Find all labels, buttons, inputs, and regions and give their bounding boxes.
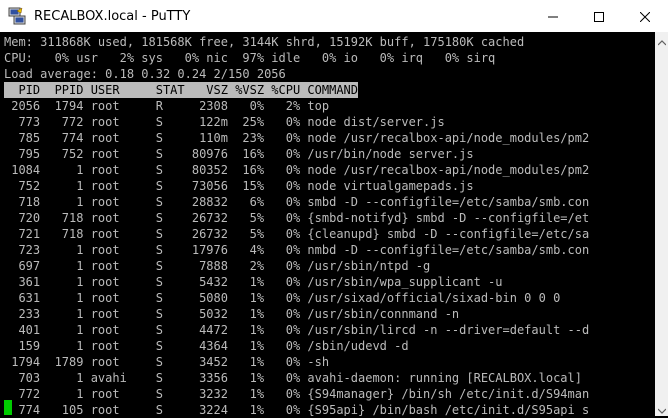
process-row: 1794 1789 root S 3452 1% 0% -sh <box>4 355 330 369</box>
maximize-button[interactable] <box>576 0 622 32</box>
process-row: 361 1 root S 5432 1% 0% /usr/sbin/wpa_su… <box>4 275 503 289</box>
vertical-scrollbar[interactable] <box>655 32 668 416</box>
arrow-up-icon <box>657 31 666 50</box>
close-icon <box>639 7 651 26</box>
load-average-line: Load average: 0.18 0.32 0.24 2/150 2056 <box>4 67 286 81</box>
process-row: 401 1 root S 4472 1% 0% /usr/sbin/lircd … <box>4 323 590 337</box>
process-row: 772 1 root S 3232 1% 0% {S94manager} /bi… <box>4 387 590 401</box>
maximize-icon <box>594 7 604 26</box>
window-title: RECALBOX.local - PuTTY <box>34 8 191 24</box>
process-row: 159 1 root S 4364 1% 0% /sbin/udevd -d <box>4 339 409 353</box>
process-row: 774 105 root S 3224 1% 0% {S95api} /bin/… <box>4 403 590 416</box>
process-row: 795 752 root S 80976 16% 0% /usr/bin/nod… <box>4 147 474 161</box>
putty-icon[interactable] <box>8 7 26 25</box>
minimize-icon <box>548 7 558 26</box>
process-row: 703 1 avahi S 3356 1% 0% avahi-daemon: r… <box>4 371 582 385</box>
process-row: 752 1 root S 73056 15% 0% node virtualga… <box>4 179 474 193</box>
arrow-down-icon <box>657 399 666 418</box>
process-row: 233 1 root S 5032 1% 0% /usr/sbin/connma… <box>4 307 460 321</box>
scroll-down-button[interactable] <box>655 400 668 416</box>
cpu-summary-line: CPU: 0% usr 2% sys 0% nic 97% idle 0% io… <box>4 51 496 65</box>
process-row: 721 718 root S 26732 5% 0% {cleanupd} sm… <box>4 227 590 241</box>
process-row: 720 718 root S 26732 5% 0% {smbd-notifyd… <box>4 211 590 225</box>
process-row: 723 1 root S 17976 4% 0% nmbd -D --confi… <box>4 243 590 257</box>
minimize-button[interactable] <box>530 0 576 32</box>
process-row: 2056 1794 root R 2308 0% 2% top <box>4 99 330 113</box>
process-row: 697 1 root S 7888 2% 0% /usr/sbin/ntpd -… <box>4 259 431 273</box>
process-row: 718 1 root S 28832 6% 0% smbd -D --confi… <box>4 195 590 209</box>
window-controls <box>530 0 668 32</box>
process-row: 1084 1 root S 80352 16% 0% node /usr/rec… <box>4 163 590 177</box>
terminal-output[interactable]: Mem: 311868K used, 181568K free, 3144K s… <box>0 32 655 416</box>
terminal-cursor <box>4 400 12 415</box>
process-table-header: PID PPID USER STAT VSZ %VSZ %CPU COMMAND <box>4 82 359 98</box>
window-titlebar[interactable]: RECALBOX.local - PuTTY <box>0 0 668 32</box>
process-row: 631 1 root S 5080 1% 0% /usr/sixad/offic… <box>4 291 561 305</box>
mem-summary-line: Mem: 311868K used, 181568K free, 3144K s… <box>4 35 525 49</box>
close-button[interactable] <box>622 0 668 32</box>
process-row: 785 774 root S 110m 23% 0% node /usr/rec… <box>4 131 590 145</box>
process-row: 773 772 root S 122m 25% 0% node dist/ser… <box>4 115 445 129</box>
scroll-up-button[interactable] <box>655 32 668 48</box>
